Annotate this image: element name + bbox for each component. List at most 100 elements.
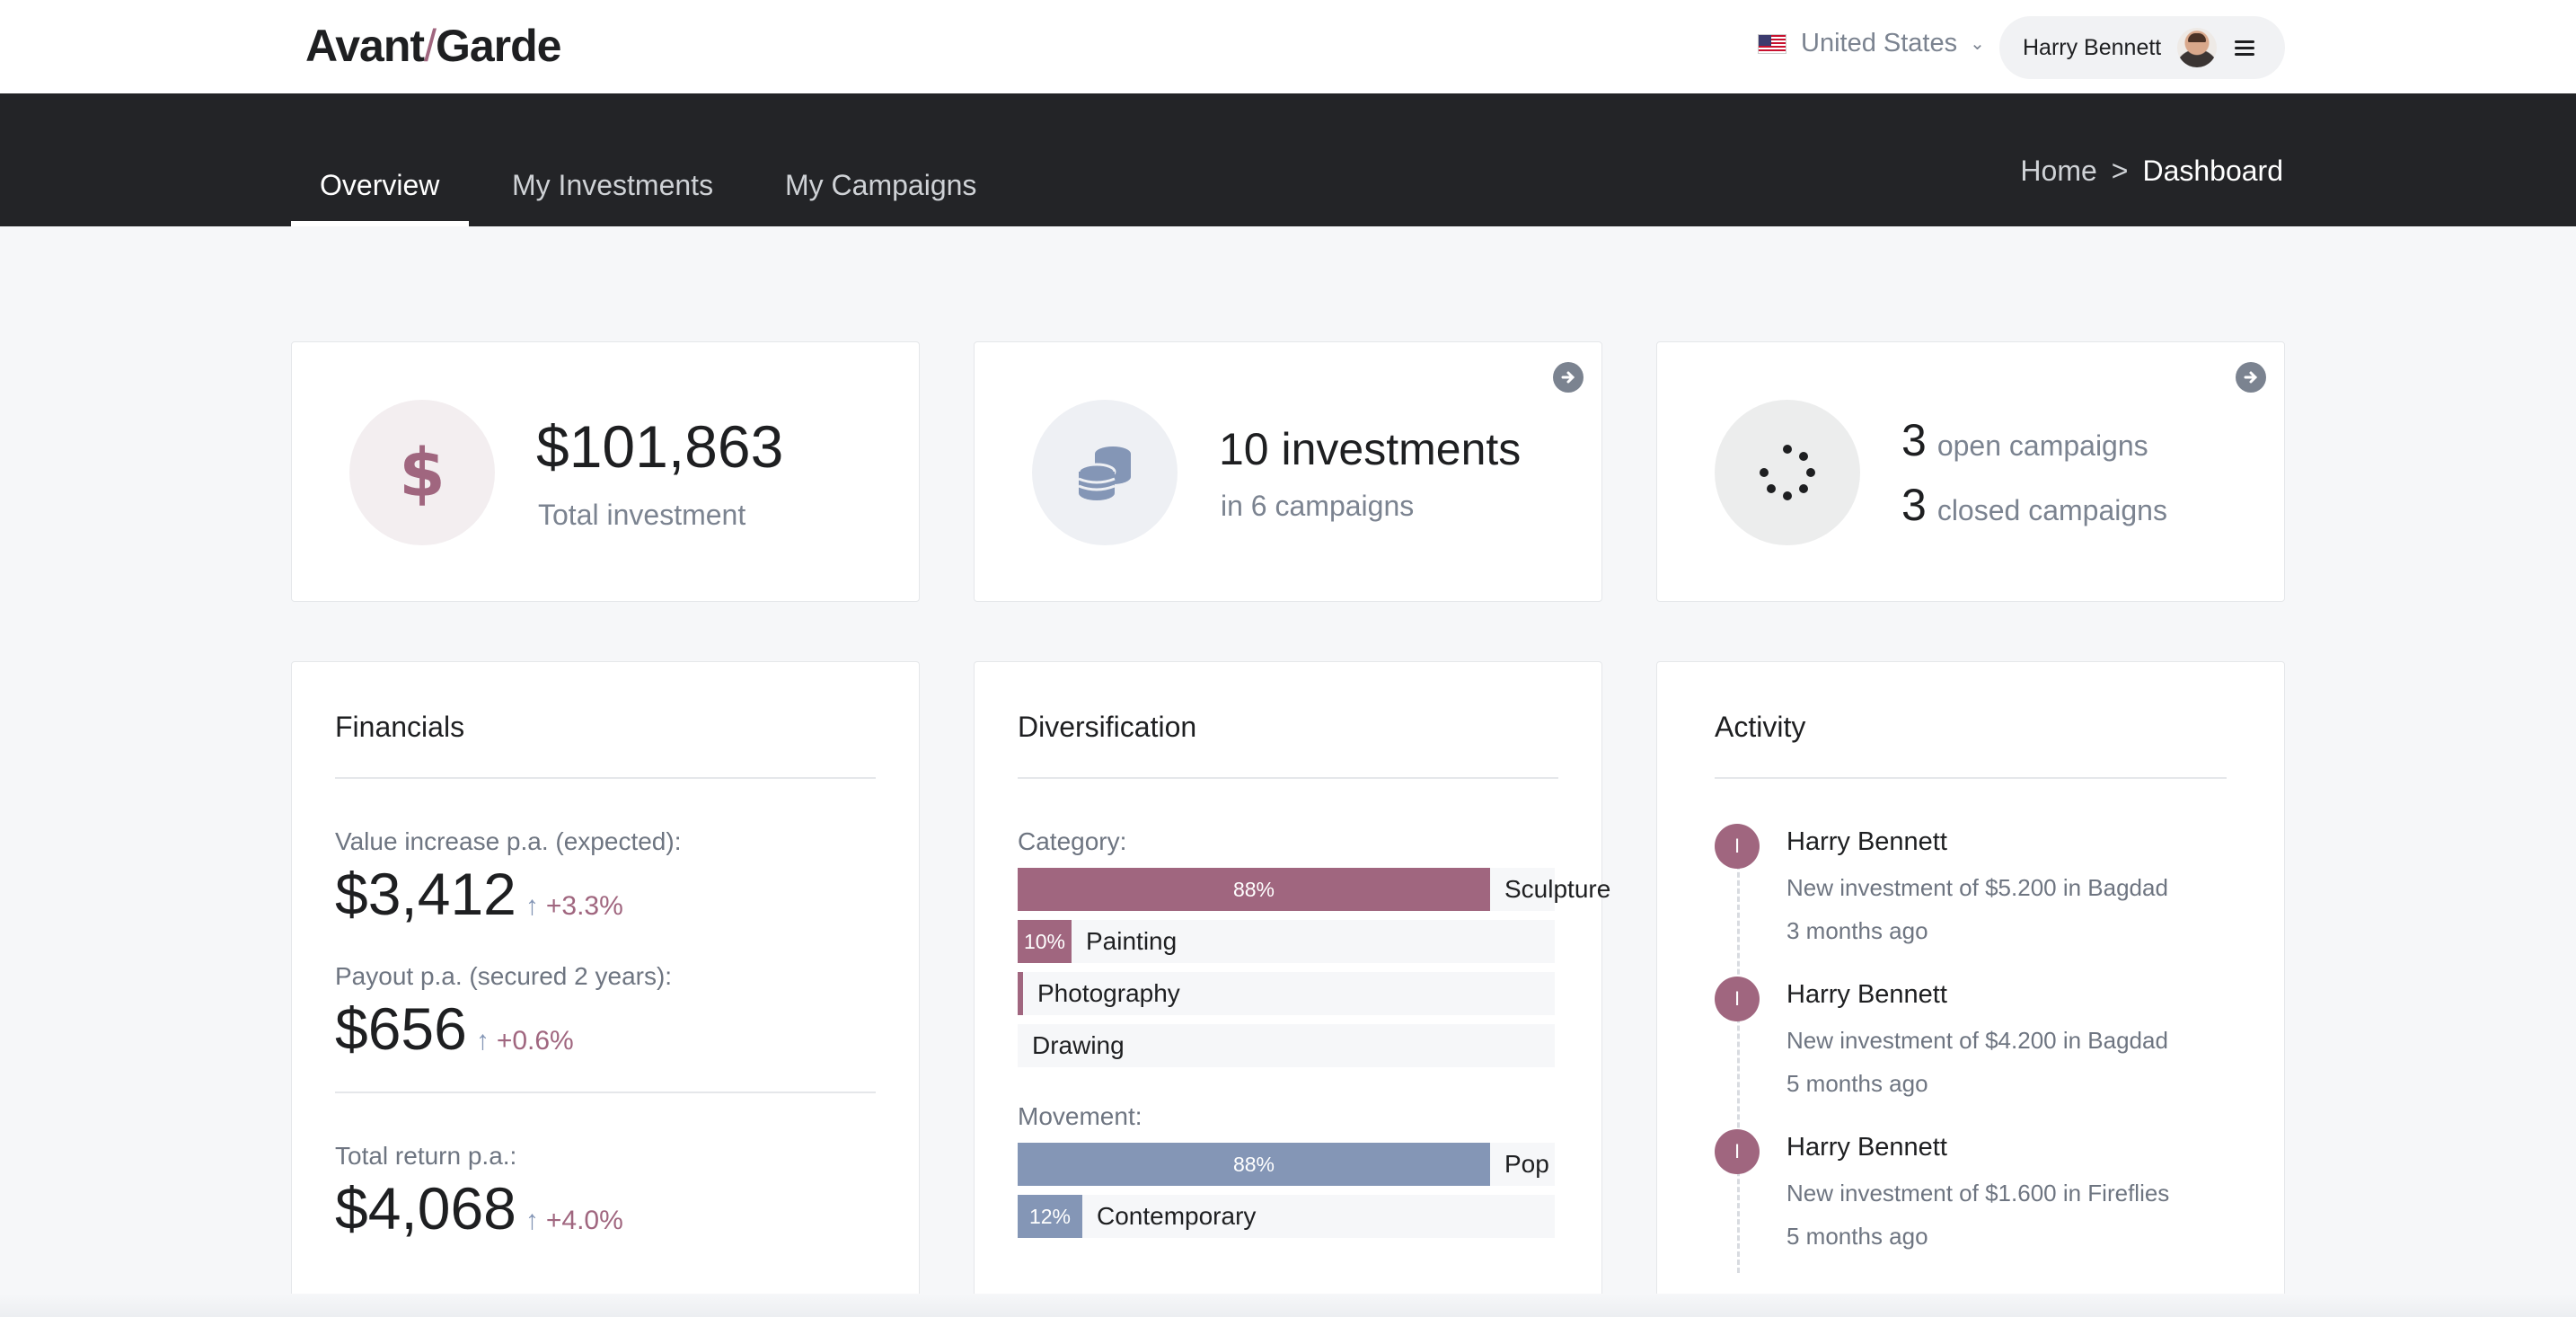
movement-bar: 12% Contemporary	[1018, 1195, 1555, 1238]
country-label: United States	[1801, 29, 1958, 57]
us-flag-icon	[1758, 33, 1786, 54]
movement-label: Movement:	[1018, 1102, 1142, 1130]
movement-bar: 88% Pop	[1018, 1143, 1555, 1186]
bar-label: Contemporary	[1097, 1202, 1257, 1230]
category-label: Category:	[1018, 827, 1127, 855]
financials-title: Financials	[335, 711, 465, 743]
arrow-up-icon: ↑	[475, 1026, 490, 1056]
chevron-down-icon: ⌄	[1970, 34, 1985, 54]
bar-fill: 12%	[1018, 1195, 1082, 1238]
nav-bar: Overview My Investments My Campaigns Hom…	[0, 93, 2576, 226]
activity-name[interactable]: Harry Bennett	[1786, 1133, 1947, 1162]
bar-fill	[1018, 972, 1023, 1015]
active-tab-indicator	[291, 221, 469, 226]
activity-description: New investment of $5.200 in Bagdad	[1786, 874, 2168, 901]
dollar-icon: $	[399, 437, 446, 508]
activity-time: 3 months ago	[1786, 917, 1928, 944]
breadcrumb-current: Dashboard	[2142, 155, 2283, 187]
payout-change: +0.6%	[496, 1026, 574, 1056]
logo-slash: /	[424, 21, 437, 71]
total-return-label: Total return p.a.:	[335, 1142, 517, 1170]
bar-fill: 10%	[1018, 920, 1072, 963]
activity-name[interactable]: Harry Bennett	[1786, 980, 1947, 1010]
breadcrumb: Home > Dashboard	[2020, 155, 2283, 188]
bar-label: Pop	[1504, 1150, 1549, 1178]
arrow-up-icon: ↑	[525, 891, 539, 921]
activity-description: New investment of $1.600 in Fireflies	[1786, 1180, 2170, 1207]
closed-campaigns-count: 3	[1901, 480, 1927, 530]
divider	[335, 777, 876, 779]
coins-icon	[1077, 446, 1131, 500]
open-campaigns-count: 3	[1901, 415, 1927, 465]
total-return: $4,068 ↑ +4.0%	[335, 1174, 623, 1242]
financials-card: Financials Value increase p.a. (expected…	[291, 661, 920, 1312]
payout-amount: $656	[335, 995, 467, 1062]
tab-my-investments[interactable]: My Investments	[512, 169, 713, 202]
activity-badge: I	[1715, 977, 1760, 1021]
value-increase-change: +3.3%	[545, 891, 623, 921]
category-bar: Photography	[1018, 972, 1555, 1015]
svg-text:$: $	[399, 437, 446, 508]
activity-name[interactable]: Harry Bennett	[1786, 827, 1947, 857]
payout: $656 ↑ +0.6%	[335, 994, 574, 1063]
closed-campaigns: 3 closed campaigns	[1901, 479, 2167, 531]
bar-label: Photography	[1037, 979, 1180, 1007]
total-investment-card: $ $101,863 Total investment	[291, 341, 920, 602]
top-bar: Avant/Garde United States ⌄ Harry Bennet…	[0, 0, 2576, 93]
tab-my-campaigns[interactable]: My Campaigns	[785, 169, 976, 202]
total-investment-value: $101,863	[536, 413, 784, 480]
investments-card: 10 investments in 6 campaigns	[974, 341, 1602, 602]
logo-right: Garde	[435, 21, 562, 71]
activity-time: 5 months ago	[1786, 1070, 1928, 1097]
category-bar: 10% Painting	[1018, 920, 1555, 963]
bar-fill: 88%	[1018, 868, 1490, 911]
bar-label: Drawing	[1032, 1031, 1125, 1059]
avatar	[2177, 28, 2218, 67]
breadcrumb-home[interactable]: Home	[2020, 155, 2096, 188]
divider	[1715, 777, 2227, 779]
total-investment-label: Total investment	[538, 499, 746, 531]
bar-fill: 88%	[1018, 1143, 1490, 1186]
open-campaigns: 3 open campaigns	[1901, 414, 2148, 466]
investments-count: 10 investments	[1219, 424, 1522, 474]
value-increase: $3,412 ↑ +3.3%	[335, 860, 623, 928]
timeline-line	[1737, 824, 1740, 1273]
user-name: Harry Bennett	[2023, 34, 2162, 60]
logo-left: Avant	[305, 21, 425, 71]
total-return-amount: $4,068	[335, 1175, 516, 1242]
user-menu-button[interactable]: Harry Bennett	[1999, 16, 2285, 79]
spinner-icon	[1760, 445, 1815, 500]
tab-overview[interactable]: Overview	[320, 169, 439, 202]
country-selector[interactable]: United States ⌄	[1758, 29, 1985, 58]
dollar-icon-circle: $	[349, 400, 495, 545]
breadcrumb-separator: >	[2111, 155, 2129, 187]
bar-label: Painting	[1086, 927, 1178, 955]
diversification-card: Diversification Category: 88% Sculpture …	[974, 661, 1610, 1312]
campaigns-card: 3 open campaigns 3 closed campaigns	[1656, 341, 2285, 602]
activity-badge: I	[1715, 824, 1760, 869]
category-bar: Drawing	[1018, 1024, 1555, 1067]
investments-label: in 6 campaigns	[1221, 490, 1415, 522]
open-campaigns-label: open campaigns	[1936, 429, 2148, 462]
category-bar: 88% Sculpture	[1018, 868, 1610, 911]
page-bottom-edge	[0, 1294, 2576, 1317]
activity-title: Activity	[1715, 711, 1806, 743]
divider	[1018, 777, 1558, 779]
value-increase-amount: $3,412	[335, 861, 516, 927]
divider	[335, 1092, 876, 1093]
coins-icon-circle	[1032, 400, 1178, 545]
arrow-right-icon[interactable]	[2236, 362, 2266, 393]
activity-card: Activity I Harry Bennett New investment …	[1656, 661, 2285, 1312]
value-increase-label: Value increase p.a. (expected):	[335, 827, 682, 855]
closed-campaigns-label: closed campaigns	[1936, 494, 2167, 526]
activity-time: 5 months ago	[1786, 1223, 1928, 1250]
arrow-right-icon[interactable]	[1553, 362, 1584, 393]
total-return-change: +4.0%	[545, 1206, 623, 1235]
spinner-icon-circle	[1715, 400, 1860, 545]
activity-badge: I	[1715, 1129, 1760, 1174]
bar-label: Sculpture	[1504, 875, 1611, 903]
activity-description: New investment of $4.200 in Bagdad	[1786, 1027, 2168, 1054]
logo[interactable]: Avant/Garde	[305, 20, 562, 72]
menu-icon	[2235, 40, 2255, 56]
payout-label: Payout p.a. (secured 2 years):	[335, 962, 673, 990]
